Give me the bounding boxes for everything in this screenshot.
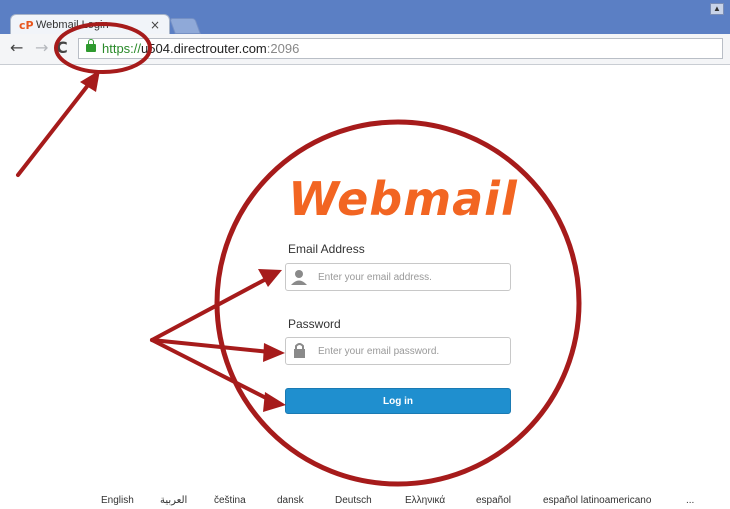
login-form-highlight-circle [214,119,582,487]
email-arrow-head [258,269,282,287]
login-arrow-head [263,392,286,412]
password-arrow-head [263,343,285,362]
annotation-overlay [16,22,582,487]
email-arrow-line [150,276,270,342]
https-arrow-line [16,78,94,177]
https-highlight-ellipse [54,22,152,74]
